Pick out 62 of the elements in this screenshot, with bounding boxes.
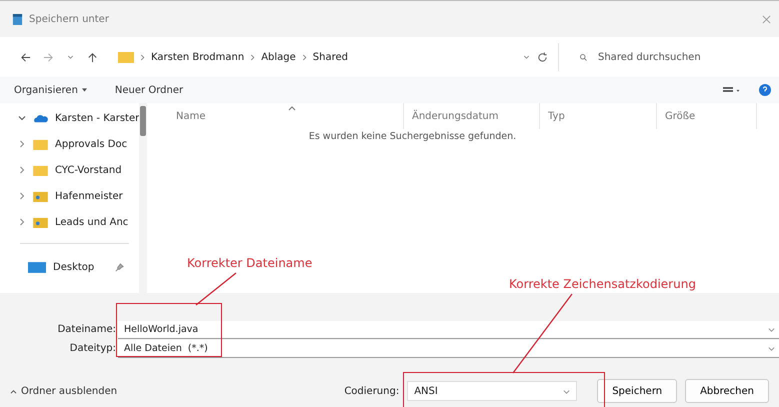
folder-icon: [33, 164, 48, 176]
scrollbar-thumb[interactable]: [140, 106, 146, 136]
sidebar-item[interactable]: CYC-Vorstand: [0, 157, 140, 183]
notepad-icon: [12, 12, 23, 26]
annotation-label: Korrekte Zeichensatzkodierung: [509, 277, 696, 291]
filename-field[interactable]: HelloWorld.java: [118, 320, 779, 338]
folder-icon: [33, 138, 48, 150]
chevron-down-icon[interactable]: [563, 388, 570, 394]
chevron-down-icon[interactable]: [768, 326, 775, 332]
chevron-icon[interactable]: [18, 114, 26, 122]
new-folder-button[interactable]: Neuer Ordner: [114, 84, 184, 96]
chevron-right-icon: [302, 54, 307, 60]
field-label: Dateiname:: [56, 324, 117, 335]
encoding-dropdown[interactable]: ANSI: [407, 381, 578, 401]
sidebar-item[interactable]: Leads und Anc: [0, 209, 140, 235]
chevron-right-icon: [250, 54, 256, 60]
column-header[interactable]: Name: [146, 103, 404, 129]
shared-folder-icon: [33, 190, 48, 202]
breadcrumb[interactable]: Karsten Brodmann: [151, 52, 244, 62]
chevron-icon[interactable]: [18, 192, 26, 200]
chevron-icon[interactable]: [18, 218, 26, 226]
chevron-icon[interactable]: [18, 166, 26, 174]
empty-message: Es wurden keine Suchergebnisse gefunden.: [308, 131, 518, 142]
search-field[interactable]: Shared durchsuchen: [596, 50, 750, 64]
chevron-icon[interactable]: [18, 140, 26, 148]
forward-arrow-icon[interactable]: [43, 52, 54, 62]
refresh-icon[interactable]: [537, 52, 548, 62]
field-label: Codierung:: [344, 386, 400, 396]
cancel-button[interactable]: Abbrechen: [685, 379, 769, 403]
organize-menu[interactable]: Organisieren: [14, 84, 78, 96]
window-title: Speichern unter: [29, 14, 109, 24]
hide-folders-button[interactable]: Ordner ausblenden: [21, 386, 118, 396]
pin-icon[interactable]: [115, 262, 124, 272]
breadcrumb[interactable]: Ablage: [261, 52, 296, 62]
sort-caret-icon: [288, 106, 296, 111]
close-icon[interactable]: [762, 14, 771, 24]
folder-icon: [118, 51, 134, 63]
filetype-dropdown[interactable]: Alle Dateien (*.*): [118, 340, 779, 358]
up-arrow-icon[interactable]: [87, 52, 98, 62]
dropdown-caret-icon[interactable]: [82, 88, 87, 92]
shared-folder-icon: [33, 216, 48, 228]
sidebar-item[interactable]: Karsten - Karster: [0, 105, 140, 131]
help-icon[interactable]: [759, 84, 771, 96]
desktop-icon: [28, 262, 46, 272]
save-button[interactable]: Speichern: [597, 379, 678, 403]
chevron-down-icon[interactable]: [768, 344, 775, 352]
cloud-icon: [33, 112, 48, 124]
address-bar[interactable]: Karsten Brodmann Ablage Shared: [110, 43, 559, 71]
leader-line: [196, 272, 236, 306]
sidebar-item[interactable]: Desktop: [0, 254, 140, 280]
column-header[interactable]: Typ: [540, 103, 657, 129]
breadcrumb[interactable]: Shared: [312, 52, 348, 62]
field-label: Dateityp:: [68, 343, 117, 354]
back-arrow-icon[interactable]: [20, 52, 31, 62]
annotation-label: Korrekter Dateiname: [187, 256, 312, 270]
chevron-right-icon: [140, 54, 145, 60]
column-header[interactable]: Größe: [657, 103, 757, 129]
search-icon: [579, 52, 588, 62]
chevron-up-icon[interactable]: [10, 388, 17, 394]
column-header[interactable]: Änderungsdatum: [404, 103, 540, 129]
sidebar-item[interactable]: Hafenmeister: [0, 183, 140, 209]
sidebar-item[interactable]: Approvals Doc: [0, 131, 140, 157]
